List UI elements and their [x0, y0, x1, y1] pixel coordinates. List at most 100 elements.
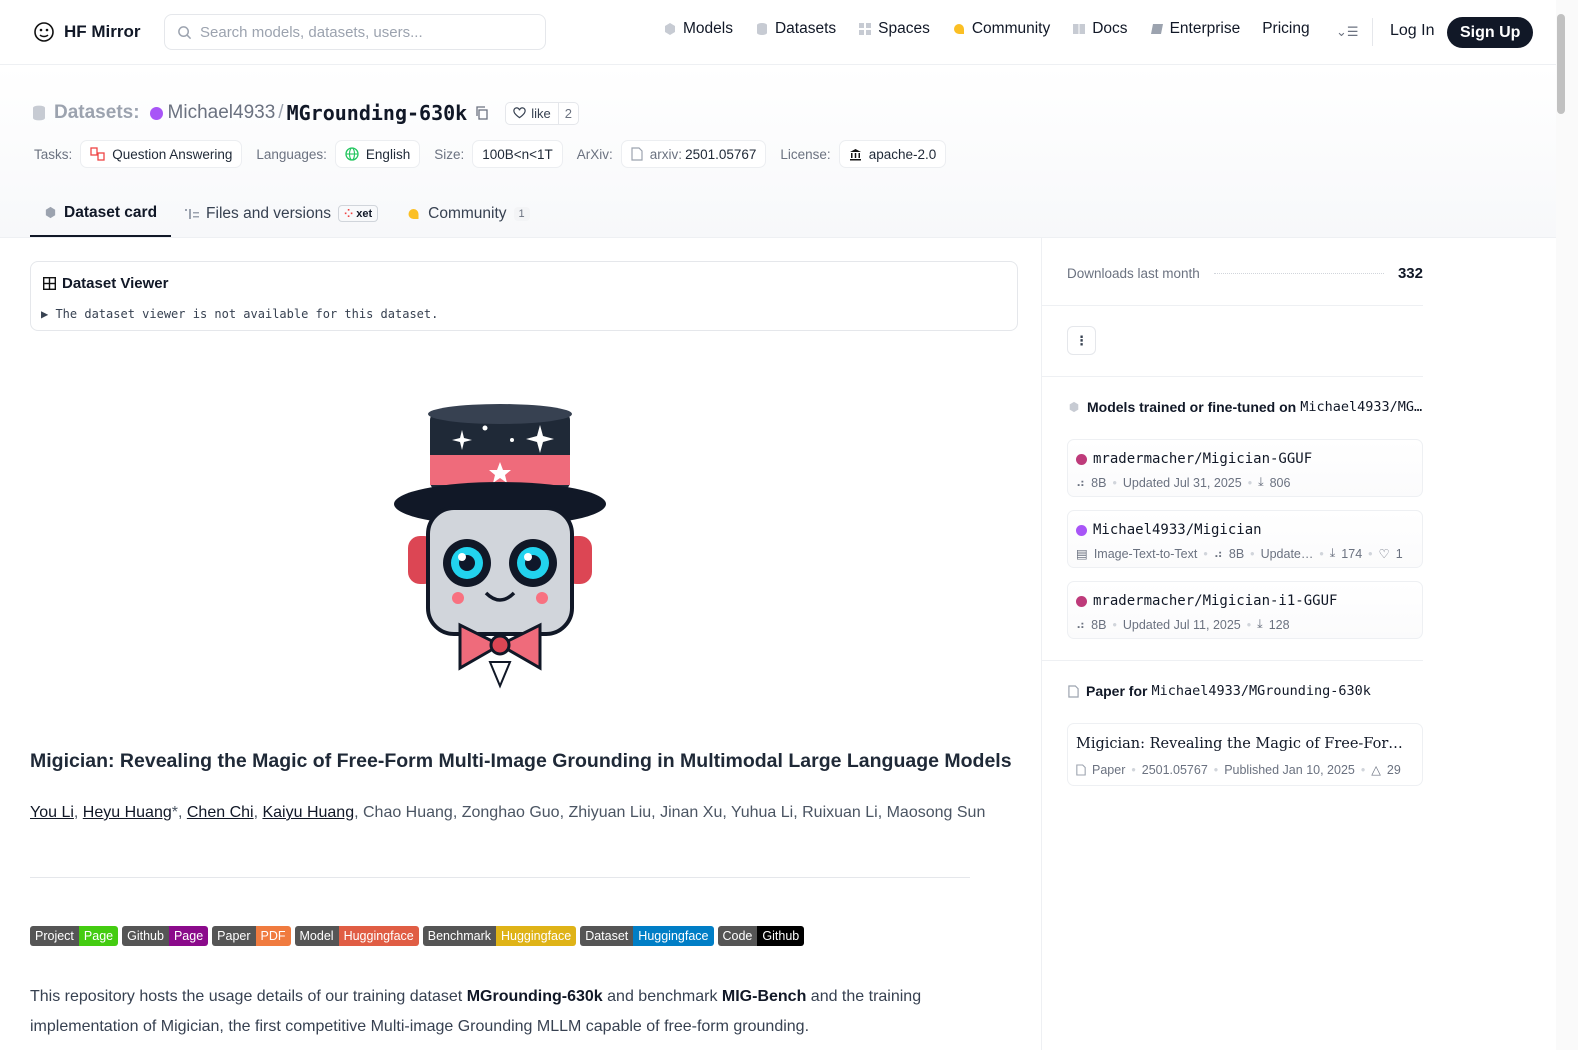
badge-paper[interactable]: Paper PDF: [212, 926, 291, 946]
owner-link[interactable]: Michael4933: [168, 102, 276, 124]
bank-icon: [849, 148, 861, 160]
repo-name[interactable]: MGrounding-630k: [287, 101, 468, 125]
dataset-viewer-title: Dataset Viewer: [43, 275, 168, 292]
model-updated: Updated Jul 11, 2025: [1122, 617, 1241, 632]
author-link[interactable]: Heyu Huang: [83, 804, 172, 821]
tab-files[interactable]: Files and versions ⁘ xet: [171, 190, 392, 237]
model-updated: Updated Jul 31, 2025: [1122, 475, 1242, 490]
table-icon: [43, 277, 56, 290]
badge-code[interactable]: Code Github: [717, 926, 805, 946]
nav-models-label: Models: [683, 20, 733, 37]
nav-datasets-label: Datasets: [774, 20, 837, 37]
nav-community[interactable]: Community: [952, 20, 1050, 38]
top-navbar: HF Mirror Models Datasets Spaces Communi…: [0, 0, 1556, 65]
paper-card[interactable]: Migician: Revealing the Magic of Free-Fo…: [1067, 723, 1423, 786]
badge-model[interactable]: Model Huggingface: [294, 926, 419, 946]
author-link[interactable]: Kaiyu Huang: [262, 804, 354, 821]
tab-dataset-card[interactable]: Dataset card: [30, 190, 172, 237]
author-link[interactable]: Chen Chi: [187, 804, 254, 821]
nav-enterprise[interactable]: Enterprise: [1150, 20, 1241, 38]
language-tag[interactable]: English: [334, 140, 421, 168]
signup-button[interactable]: Sign Up: [1447, 17, 1534, 48]
path-separator: /: [278, 102, 284, 123]
model-updated: Update…: [1260, 546, 1314, 561]
download-icon: ⤓: [1257, 617, 1263, 631]
desc-text: This repository hosts the usage details …: [30, 988, 467, 1005]
dataset-viewer-title-text: Dataset Viewer: [62, 275, 169, 292]
model-name: Michael4933/Migician: [1093, 522, 1262, 538]
arxiv-tag[interactable]: arxiv: 2501.05767: [620, 140, 767, 168]
repo-type-label: Datasets:: [54, 102, 140, 123]
scrollbar-thumb[interactable]: [1557, 14, 1565, 114]
task-label: Question Answering: [112, 146, 233, 162]
nav-enterprise-label: Enterprise: [1169, 20, 1241, 37]
badge-value: Page: [78, 926, 119, 946]
badge-dataset[interactable]: Dataset Huggingface: [580, 926, 714, 946]
model-card[interactable]: mradermacher/Migician-i1-GGUF ⠴ 8B • Updat…: [1067, 581, 1423, 639]
nav-docs[interactable]: Docs: [1072, 20, 1128, 38]
nav-models[interactable]: Models: [663, 20, 733, 38]
nav-datasets[interactable]: Datasets: [755, 20, 836, 38]
license-tag[interactable]: apache-2.0: [838, 140, 947, 168]
nav-spaces[interactable]: Spaces: [858, 20, 930, 38]
model-task: Image-Text-to-Text: [1093, 546, 1198, 561]
dataset-icon: [33, 105, 45, 121]
login-link[interactable]: Log In: [1390, 22, 1434, 40]
brand-logo[interactable]: HF Mirror: [32, 20, 141, 44]
paper-upvotes: 29: [1386, 762, 1401, 777]
nav-community-label: Community: [971, 20, 1051, 37]
globe-icon: [345, 147, 359, 161]
tab-community-label: Community: [428, 204, 507, 222]
search-box[interactable]: [164, 14, 546, 50]
more-options-button[interactable]: ⋮: [1067, 326, 1096, 355]
model-card[interactable]: mradermacher/Migician-GGUF ⠴ 8B • Updated …: [1067, 439, 1423, 497]
badge-key: Dataset: [580, 926, 634, 946]
book-icon: [1073, 24, 1086, 34]
sidebar-divider-line: [1042, 660, 1423, 661]
community-count: 1: [513, 206, 530, 221]
badge-key: Project: [30, 926, 79, 946]
badge-benchmark[interactable]: Benchmark Huggingface: [422, 926, 577, 946]
paper-icon: [1076, 763, 1086, 776]
more-menu-icon[interactable]: ⌄☰: [1336, 24, 1359, 40]
copy-icon[interactable]: [475, 106, 489, 120]
qa-icon: [90, 147, 105, 161]
task-tag[interactable]: Question Answering: [80, 140, 243, 168]
badge-key: Paper: [212, 926, 256, 946]
model-downloads: 128: [1268, 617, 1290, 632]
size-tag[interactable]: 100B<n<1T: [472, 140, 563, 168]
author-link[interactable]: You Li: [30, 804, 74, 821]
repo-metadata: Tasks: Question Answering Languages: Eng…: [34, 140, 960, 168]
like-button[interactable]: like 2: [505, 101, 579, 125]
tab-community[interactable]: Community 1: [392, 190, 544, 237]
tab-dataset-card-label: Dataset card: [64, 203, 158, 221]
download-icon: ⤓: [1329, 546, 1336, 560]
search-input[interactable]: [200, 23, 530, 41]
scrollbar-track[interactable]: [1556, 0, 1578, 1050]
badge-project[interactable]: Project Page: [30, 926, 119, 946]
database-icon: [756, 23, 767, 35]
spaces-icon: [859, 23, 872, 35]
paper-heading-text: Paper for: [1086, 683, 1148, 699]
badge-github[interactable]: Github Page: [122, 926, 209, 946]
image-text-icon: ▤: [1076, 547, 1088, 561]
brand-name: HF Mirror: [64, 22, 141, 41]
files-icon: [185, 208, 200, 219]
models-heading-repo: Michael4933/MG…: [1300, 399, 1423, 415]
author-list: You Li, Heyu Huang*, Chen Chi, Kaiyu Hua…: [30, 804, 986, 821]
nav-pricing[interactable]: Pricing: [1262, 20, 1309, 38]
paper-icon: [1068, 684, 1079, 698]
upvote-icon: △: [1371, 763, 1381, 777]
model-avatar: [1076, 453, 1087, 465]
paper-id: 2501.05767: [1141, 762, 1208, 777]
dataset-viewer-panel: Dataset Viewer ▶ The dataset viewer is n…: [30, 261, 1018, 331]
xet-badge: ⁘ xet: [337, 205, 379, 222]
repo-tabs: Dataset card Files and versions ⁘ xet Co…: [30, 190, 544, 237]
dataset-viewer-message[interactable]: ▶ The dataset viewer is not available fo…: [41, 307, 438, 321]
dotted-leader: [1213, 273, 1384, 274]
enterprise-icon: [1150, 24, 1163, 34]
model-params: 8B: [1228, 546, 1245, 561]
model-name: mradermacher/Migician-i1-GGUF: [1093, 593, 1338, 609]
community-icon: [953, 24, 964, 34]
model-card[interactable]: Michael4933/Migician ▤ Image-Text-to-Text…: [1067, 510, 1423, 568]
